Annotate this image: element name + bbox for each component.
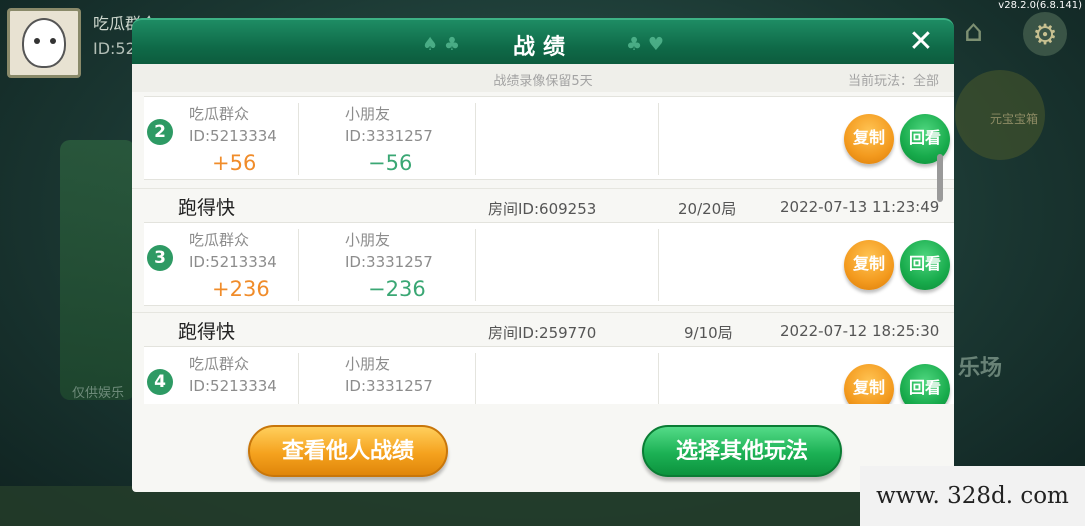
replay-button[interactable]: 回看 bbox=[900, 240, 950, 290]
gear-icon[interactable]: ⚙ bbox=[1023, 12, 1067, 56]
column-divider bbox=[658, 229, 659, 301]
watermark: www. 328d. com bbox=[860, 466, 1085, 526]
avatar[interactable] bbox=[7, 8, 81, 78]
heart-ornament-icon: ♣ ♥ bbox=[626, 34, 664, 55]
records-list[interactable]: 2 吃瓜群众 ID:5213334 +56 小朋友 ID:3331257 −56… bbox=[132, 94, 954, 404]
player2-score: −236 bbox=[368, 277, 426, 301]
column-divider bbox=[298, 353, 299, 404]
game-name: 跑得快 bbox=[178, 321, 236, 343]
column-divider bbox=[475, 229, 476, 301]
game-name: 跑得快 bbox=[178, 197, 236, 219]
record-row: 3 吃瓜群众 ID:5213334 +236 小朋友 ID:3331257 −2… bbox=[144, 222, 954, 306]
copy-button[interactable]: 复制 bbox=[844, 114, 894, 164]
entertainment-note: 仅供娱乐 bbox=[72, 386, 125, 401]
version-label: v28.2.0(6.8.141) bbox=[998, 0, 1082, 11]
player2-id: ID:3331257 bbox=[345, 253, 433, 271]
game-tile-left bbox=[60, 140, 135, 400]
record-row: 2 吃瓜群众 ID:5213334 +56 小朋友 ID:3331257 −56… bbox=[144, 96, 954, 180]
game-time: 2022-07-13 11:23:49 bbox=[780, 198, 940, 216]
player2-id: ID:3331257 bbox=[345, 377, 433, 395]
column-divider bbox=[475, 353, 476, 404]
room-id: 房间ID:609253 bbox=[488, 200, 597, 218]
column-divider bbox=[658, 103, 659, 175]
player1-score: +56 bbox=[212, 151, 257, 175]
home-icon[interactable]: ⌂ bbox=[964, 14, 1004, 50]
avatar-face-icon bbox=[22, 18, 66, 68]
room-id: 房间ID:259770 bbox=[488, 324, 597, 342]
player1-name: 吃瓜群众 bbox=[189, 105, 250, 123]
scrollbar[interactable] bbox=[937, 154, 943, 202]
column-divider bbox=[298, 103, 299, 175]
view-others-records-button[interactable]: 查看他人战绩 bbox=[248, 425, 448, 477]
copy-button[interactable]: 复制 bbox=[844, 364, 894, 404]
player2-score: −56 bbox=[368, 151, 413, 175]
player2-name: 小朋友 bbox=[345, 105, 391, 123]
player1-id: ID:5213334 bbox=[189, 377, 277, 395]
column-divider bbox=[298, 229, 299, 301]
player1-score: +236 bbox=[212, 277, 270, 301]
player2-name: 小朋友 bbox=[345, 231, 391, 249]
records-panel: 战绩录像保留5天 当前玩法：全部 2 吃瓜群众 ID:5213334 +56 小… bbox=[132, 64, 954, 492]
copy-button[interactable]: 复制 bbox=[844, 240, 894, 290]
rank-badge: 3 bbox=[147, 245, 173, 271]
player1-id: ID:5213334 bbox=[189, 127, 277, 145]
dialog-header: ♠ ♣ 战绩 ♣ ♥ bbox=[132, 18, 954, 66]
column-divider bbox=[658, 353, 659, 404]
info-bar: 战绩录像保留5天 当前玩法：全部 bbox=[132, 64, 954, 92]
replay-button[interactable]: 回看 bbox=[900, 364, 950, 404]
player1-id: ID:5213334 bbox=[189, 253, 277, 271]
player1-name: 吃瓜群众 bbox=[189, 355, 250, 373]
record-row: 4 吃瓜群众 ID:5213334 小朋友 ID:3331257 复制 回看 bbox=[144, 346, 954, 404]
player1-name: 吃瓜群众 bbox=[189, 231, 250, 249]
round-count: 20/20局 bbox=[678, 200, 737, 218]
player2-name: 小朋友 bbox=[345, 355, 391, 373]
column-divider bbox=[475, 103, 476, 175]
retention-note: 战绩录像保留5天 bbox=[493, 74, 593, 89]
game-time: 2022-07-12 18:25:30 bbox=[780, 322, 940, 340]
rank-badge: 4 bbox=[147, 369, 173, 395]
rank-badge: 2 bbox=[147, 119, 173, 145]
select-other-mode-button[interactable]: 选择其他玩法 bbox=[642, 425, 842, 477]
arena-label: 乐场 bbox=[958, 356, 1003, 381]
game-header: 跑得快 房间ID:259770 9/10局 2022-07-12 18:25:3… bbox=[132, 312, 954, 346]
player2-id: ID:3331257 bbox=[345, 127, 433, 145]
round-count: 9/10局 bbox=[684, 324, 733, 342]
mode-filter-label[interactable]: 当前玩法：全部 bbox=[848, 70, 939, 89]
dialog-title: 战绩 bbox=[512, 35, 573, 60]
treasure-label: 元宝宝箱 bbox=[990, 112, 1039, 126]
game-header: 跑得快 房间ID:609253 20/20局 2022-07-13 11:23:… bbox=[132, 188, 954, 222]
close-icon[interactable]: ✕ bbox=[904, 26, 938, 60]
